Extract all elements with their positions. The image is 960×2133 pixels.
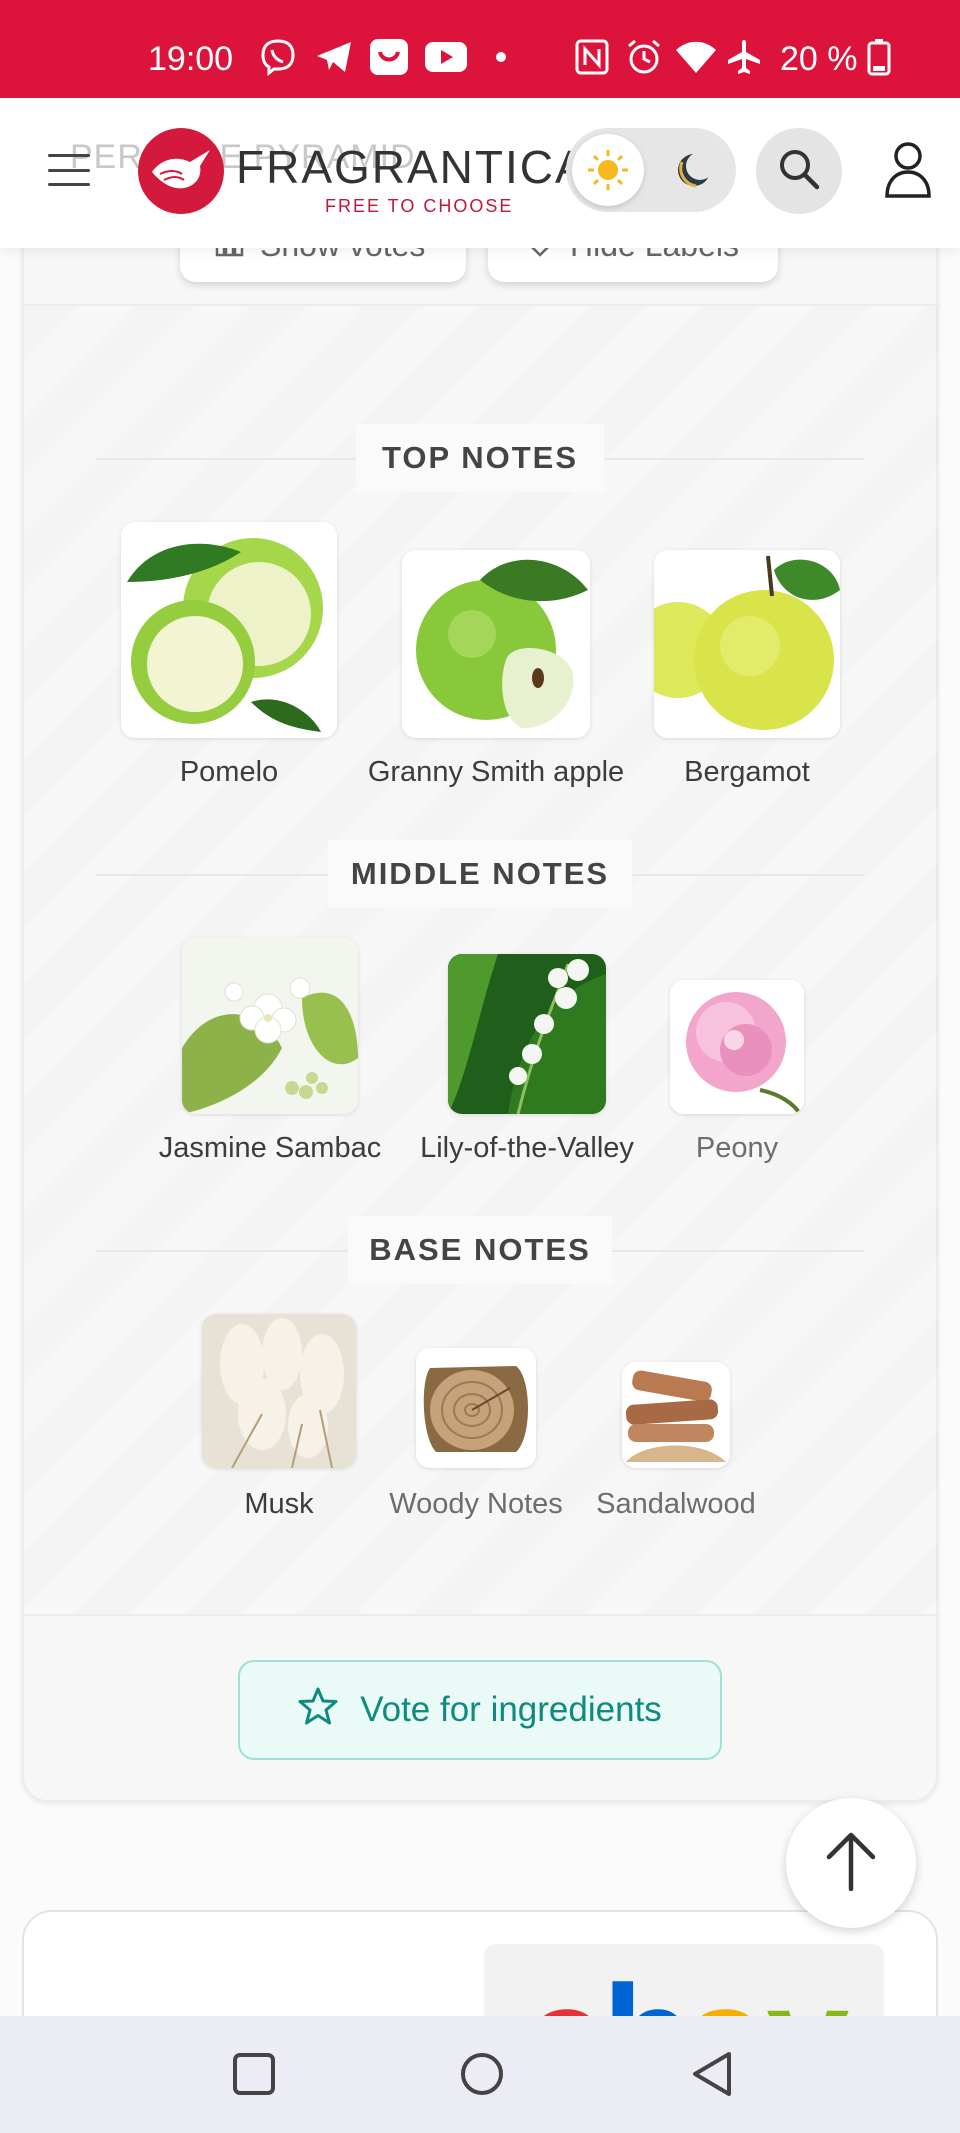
hummingbird-logo-icon [138,128,224,214]
app-icon [368,38,410,76]
pomelo-image[interactable] [121,522,337,738]
alarm-icon [624,38,664,76]
status-bar: 19:00 20 % [0,0,960,98]
wifi-icon [674,38,718,76]
search-icon [777,147,821,196]
note-label-pomelo[interactable]: Pomelo [121,756,337,789]
theme-toggle[interactable] [566,128,736,212]
note-label-bergamot[interactable]: Bergamot [654,756,840,789]
triangle-back-icon [689,2050,735,2103]
circle-icon [458,2050,506,2103]
musk-image[interactable] [202,1314,356,1468]
logo-wordmark: FRAGRANTICA [236,141,588,193]
card-divider-bottom [24,1614,940,1616]
note-label-granny-smith-apple[interactable]: Granny Smith apple [360,756,632,789]
arrow-up-icon [825,1831,877,1896]
vote-button-label: Vote for ingredients [360,1690,662,1729]
sun-icon [572,134,644,206]
site-header: PERFUME PYRAMID FRAGRANTICA FREE TO CHOO… [0,98,960,248]
recent-apps-button[interactable] [226,2048,282,2104]
middle-notes-title: MIDDLE NOTES [328,840,632,908]
granny-smith-apple-image[interactable] [402,550,590,738]
search-button[interactable] [756,128,842,214]
peony-image[interactable] [670,980,804,1114]
telegram-icon [314,38,354,76]
base-notes-title: BASE NOTES [348,1216,612,1284]
viber-icon [258,38,298,76]
star-icon [298,1686,338,1735]
system-navigation-bar [0,2016,960,2133]
home-button[interactable] [454,2048,510,2104]
note-label-sandalwood[interactable]: Sandalwood [586,1488,766,1521]
sandalwood-image[interactable] [622,1362,730,1468]
top-notes-title: TOP NOTES [356,424,604,492]
scroll-to-top-button[interactable] [786,1798,916,1928]
logo-tagline: FREE TO CHOOSE [325,196,514,216]
battery-icon [866,38,892,76]
hamburger-menu-button[interactable] [48,154,90,186]
bergamot-image[interactable] [654,550,840,738]
note-label-jasmine-sambac[interactable]: Jasmine Sambac [150,1132,390,1165]
woody-notes-image[interactable] [416,1348,536,1468]
note-label-musk[interactable]: Musk [202,1488,356,1521]
moon-icon [662,138,726,202]
note-label-peony[interactable]: Peony [646,1132,828,1165]
note-label-lily-of-the-valley[interactable]: Lily-of-the-Valley [408,1132,646,1165]
battery-level: 20 % [780,40,858,78]
status-time: 19:00 [148,40,234,78]
lily-of-the-valley-image[interactable] [448,954,606,1114]
vote-for-ingredients-button[interactable]: Vote for ingredients [238,1660,722,1760]
dot-icon [494,38,508,76]
airplane-icon [724,38,764,76]
nfc-icon [574,38,610,76]
back-button[interactable] [684,2048,740,2104]
youtube-icon [424,38,468,76]
user-icon [884,140,932,203]
note-label-woody-notes[interactable]: Woody Notes [386,1488,566,1521]
user-account-button[interactable] [868,128,948,214]
jasmine-sambac-image[interactable] [182,938,358,1114]
square-icon [231,2051,277,2102]
